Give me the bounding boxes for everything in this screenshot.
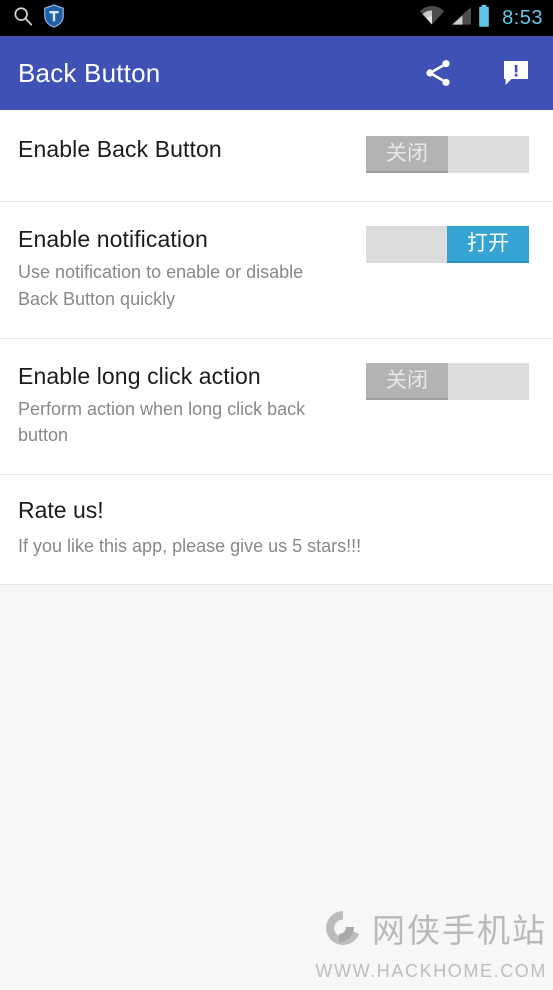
empty-area: 网侠手机站 WWW.HACKHOME.COM [0,584,553,990]
preference-summary: Perform action when long click back butt… [18,399,306,446]
status-bar: 8:53 [0,0,553,36]
preference-row-rate-us[interactable]: Rate us! If you like this app, please gi… [0,475,553,584]
switch-thumb: 打开 [447,226,529,263]
preference-row-enable-long-click-action[interactable]: Enable long click action Perform action … [0,338,553,475]
switch-enable-notification[interactable]: 打开 [366,226,529,263]
switch-enable-back-button[interactable]: 关闭 [366,136,529,173]
preference-text: Enable long click action Perform action … [18,363,366,449]
watermark-site-name: 网侠手机站 [372,911,547,950]
hackhome-logo-icon [322,907,364,954]
switch-thumb: 关闭 [366,362,448,400]
feedback-icon[interactable] [499,56,533,90]
preference-summary: Use notification to enable or disable Ba… [18,262,304,309]
preference-text: Enable notification Use notification to … [18,226,366,312]
switch-enable-long-click-action[interactable]: 关闭 [366,362,529,400]
switch-thumb: 关闭 [366,136,448,173]
watermark-url: WWW.HACKHOME.COM [315,961,547,981]
share-icon[interactable] [421,56,455,90]
page-title: Back Button [18,57,161,88]
preference-text: Enable Back Button [18,136,366,162]
watermark-top-row: 网侠手机站 [315,907,547,954]
action-bar-actions [421,56,533,90]
status-bar-left-icons [12,3,65,33]
preference-title: Enable long click action [18,362,261,389]
battery-icon [477,4,491,33]
cell-signal-icon [450,5,472,32]
search-icon [12,5,34,32]
shield-icon [43,3,65,33]
wifi-icon [419,5,445,32]
settings-list: Enable Back Button 关闭 Enable notificatio… [0,110,553,585]
status-clock: 8:53 [502,6,543,29]
preference-row-enable-notification[interactable]: Enable notification Use notification to … [0,202,553,338]
status-bar-right-icons: 8:53 [419,4,543,33]
preference-row-enable-back-button[interactable]: Enable Back Button 关闭 [0,110,553,201]
preference-title: Rate us! [18,497,104,524]
preference-title: Enable Back Button [18,136,222,162]
site-watermark: 网侠手机站 WWW.HACKHOME.COM [315,907,547,982]
preference-title: Enable notification [18,226,208,252]
phone-screen: 8:53 Back Button Enable Back Button 关闭 E… [0,0,553,990]
action-bar: Back Button [0,36,553,110]
preference-summary: If you like this app, please give us 5 s… [18,535,362,556]
